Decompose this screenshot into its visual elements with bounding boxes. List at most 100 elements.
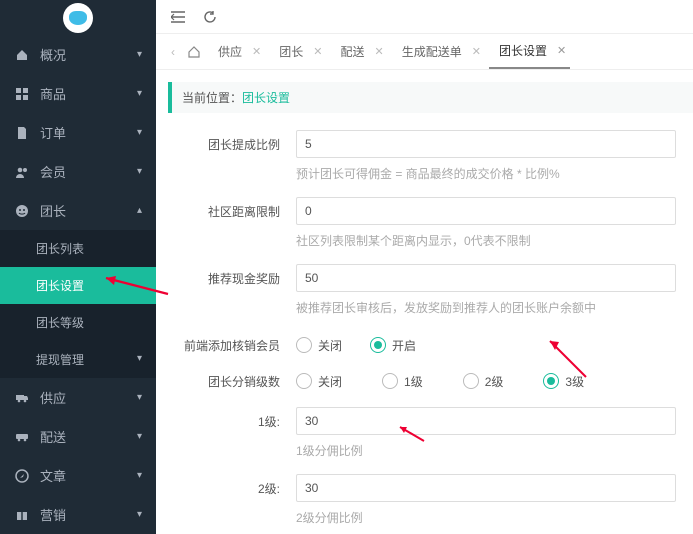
l1-input[interactable]	[296, 407, 676, 435]
tab[interactable]: 供应 ✕	[208, 35, 265, 69]
front-add-option[interactable]: 关闭	[296, 337, 342, 354]
nav-list: 概况▾商品▾订单▾会员▾团长▴团长列表团长设置团长等级提现管理▾供应▾配送▾文章…	[0, 35, 156, 534]
front-add-label: 前端添加核销会员	[168, 337, 296, 354]
tab-home-icon[interactable]	[182, 45, 206, 59]
sidebar-subitem-label: 提现管理	[36, 353, 84, 367]
sidebar-submenu: 团长列表团长设置团长等级提现管理 ▾	[0, 230, 156, 378]
reward-label: 推荐现金奖励	[168, 270, 296, 287]
tab-label: 团长	[273, 43, 309, 60]
levels-option[interactable]: 2级	[463, 373, 504, 390]
sidebar-subitem-label: 团长列表	[36, 242, 84, 256]
tab[interactable]: 配送✕	[330, 35, 387, 69]
radio-label: 开启	[392, 337, 416, 354]
van-icon	[14, 429, 30, 445]
levels-option[interactable]: 3级	[543, 373, 584, 390]
l2-label: 2级:	[168, 480, 296, 497]
radio-label: 关闭	[318, 373, 342, 390]
chevron-icon: ▾	[137, 470, 142, 481]
chevron-icon: ▾	[137, 127, 142, 138]
chevron-icon: ▾	[137, 509, 142, 520]
truck-icon	[14, 390, 30, 406]
distance-hint: 社区列表限制某个距离内显示，0代表不限制	[296, 232, 693, 249]
breadcrumb-prefix: 当前位置：	[182, 91, 242, 105]
grid-icon	[14, 86, 30, 102]
tab-close-icon[interactable]: ✕	[374, 45, 383, 58]
chevron-down-icon: ▾	[137, 353, 142, 364]
sidebar-subitem[interactable]: 提现管理 ▾	[0, 341, 156, 378]
tab-close-icon[interactable]: ✕	[252, 45, 261, 58]
smile-icon	[14, 203, 30, 219]
l2-hint: 2级分佣比例	[296, 509, 693, 526]
levels-radio-group: 关闭 1级 2级 3级	[296, 373, 693, 390]
radio-label: 3级	[565, 373, 584, 390]
commission-input[interactable]	[296, 130, 676, 158]
tab-close-icon[interactable]: ✕	[557, 44, 566, 57]
sidebar-subitem[interactable]: 团长等级	[0, 304, 156, 341]
users-icon	[14, 164, 30, 180]
levels-label: 团长分销级数	[168, 373, 296, 390]
logo-wrap	[0, 0, 156, 35]
chevron-icon: ▾	[137, 431, 142, 442]
sidebar-item-grid[interactable]: 商品▾	[0, 74, 156, 113]
sidebar-item-label: 文章	[40, 466, 66, 485]
sidebar-item-smile[interactable]: 团长 ▴	[0, 191, 156, 230]
radio-dot-icon	[382, 373, 398, 389]
front-add-radio-group: 关闭 开启	[296, 337, 693, 354]
radio-dot-icon	[463, 373, 479, 389]
chevron-icon: ▾	[137, 166, 142, 177]
sidebar-toggle-icon[interactable]	[170, 9, 186, 25]
l2-input[interactable]	[296, 474, 676, 502]
sidebar-item-users[interactable]: 会员 ▾	[0, 152, 156, 191]
sidebar-item-label: 会员	[40, 162, 66, 181]
sidebar-subitem[interactable]: 团长设置	[0, 267, 156, 304]
sidebar-item-compass[interactable]: 文章 ▾	[0, 456, 156, 495]
sidebar-item-label: 营销	[40, 505, 66, 524]
l1-label: 1级:	[168, 413, 296, 430]
chevron-icon: ▾	[137, 49, 142, 60]
sidebar-item-van[interactable]: 配送 ▾	[0, 417, 156, 456]
radio-label: 2级	[485, 373, 504, 390]
reward-input[interactable]	[296, 264, 676, 292]
gift-icon	[14, 507, 30, 523]
app-logo[interactable]	[63, 3, 93, 33]
breadcrumb: 当前位置：团长设置	[168, 82, 693, 113]
tab-bar: ‹ 供应✕团长✕配送✕生成配送单✕团长设置✕	[156, 34, 693, 70]
distance-input[interactable]	[296, 197, 676, 225]
topbar	[156, 0, 693, 34]
tab-label: 供应	[212, 43, 248, 60]
sidebar: 概况▾商品▾订单▾会员▾团长▴团长列表团长设置团长等级提现管理▾供应▾配送▾文章…	[0, 0, 156, 534]
breadcrumb-location: 团长设置	[242, 91, 290, 105]
tab-close-icon[interactable]: ✕	[313, 45, 322, 58]
refresh-icon[interactable]	[202, 9, 218, 25]
chevron-icon: ▾	[137, 392, 142, 403]
sidebar-item-truck[interactable]: 供应 ▾	[0, 378, 156, 417]
sidebar-item-home[interactable]: 概况▾	[0, 35, 156, 74]
tab[interactable]: 生成配送单 ✕	[392, 35, 485, 69]
main-area: ‹ 供应✕团长✕配送✕生成配送单✕团长设置✕ 当前位置：团长设置 团长提成比例 …	[156, 0, 693, 534]
radio-dot-icon	[543, 373, 559, 389]
tab-close-icon[interactable]: ✕	[472, 45, 481, 58]
sidebar-item-label: 团长	[40, 201, 66, 220]
sidebar-item-label: 供应	[40, 388, 66, 407]
sidebar-item-doc[interactable]: 订单▾	[0, 113, 156, 152]
doc-icon	[14, 125, 30, 141]
levels-option[interactable]: 关闭	[296, 373, 342, 390]
home-icon	[14, 47, 30, 63]
front-add-option[interactable]: 开启	[370, 337, 416, 354]
commission-label: 团长提成比例	[168, 136, 296, 153]
l1-hint: 1级分佣比例	[296, 442, 693, 459]
radio-dot-icon	[296, 337, 312, 353]
sidebar-item-label: 配送	[40, 427, 66, 446]
tab-label: 团长设置	[493, 42, 553, 59]
sidebar-item-label: 商品	[40, 84, 66, 103]
tab-label: 生成配送单	[396, 43, 468, 60]
sidebar-subitem[interactable]: 团长列表	[0, 230, 156, 267]
levels-option[interactable]: 1级	[382, 373, 423, 390]
sidebar-subitem-label: 团长等级	[36, 316, 84, 330]
tab[interactable]: 团长设置 ✕	[489, 35, 570, 69]
commission-hint: 预计团长可得佣金 = 商品最终的成交价格 * 比例%	[296, 165, 693, 182]
chevron-icon: ▴	[137, 205, 142, 216]
tab[interactable]: 团长 ✕	[269, 35, 326, 69]
tabs-prev-icon[interactable]: ‹	[164, 45, 182, 59]
sidebar-item-gift[interactable]: 营销 ▾	[0, 495, 156, 534]
